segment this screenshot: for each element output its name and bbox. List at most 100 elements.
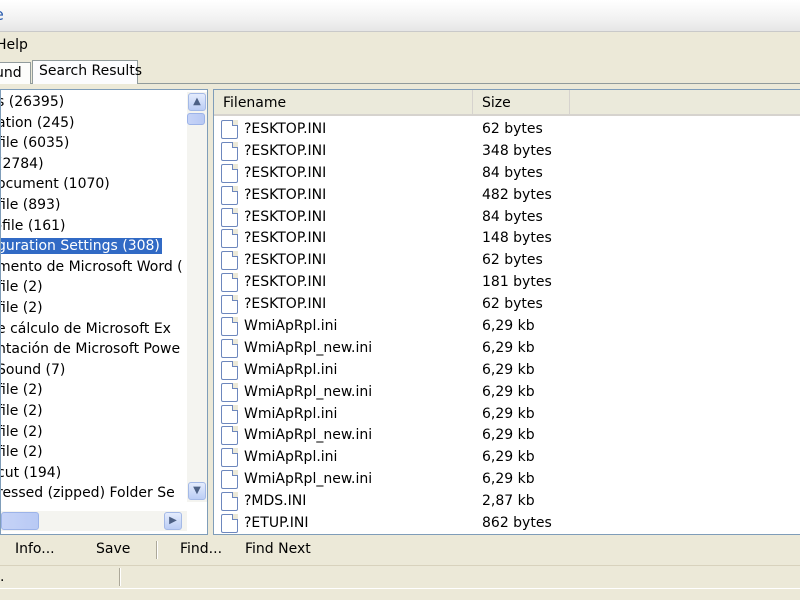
scroll-right-arrow-icon[interactable]: ▶ <box>164 512 182 530</box>
column-header-size[interactable]: Size <box>473 90 570 114</box>
file-row[interactable]: ?ETUP.INI 862 bytes <box>214 512 800 534</box>
file-row[interactable]: ?ESKTOP.INI 62 bytes <box>214 249 800 271</box>
tree-item-label: file (893) <box>1 196 61 213</box>
file-row[interactable]: ?MDS.INI 2,87 kb <box>214 490 800 512</box>
list-header: Filename Size <box>214 90 800 116</box>
find-next-button[interactable]: Find Next <box>245 541 311 557</box>
ini-file-icon <box>221 163 238 183</box>
tree-item-label: file (2) <box>1 382 43 399</box>
title-bar: e <box>0 0 800 32</box>
file-row[interactable]: ?ESKTOP.INI 62 bytes <box>214 118 800 140</box>
tab-found[interactable]: und <box>0 62 31 84</box>
tree-item[interactable]: file (2) <box>1 442 187 463</box>
tab-found-label: und <box>0 65 22 81</box>
file-row[interactable]: WmiApRpl_new.ini 6,29 kb <box>214 337 800 359</box>
file-size: 148 bytes <box>482 230 552 247</box>
menu-bar: Help <box>0 33 800 57</box>
app-window: e Help und Search Results s (26395) ation… <box>0 0 800 600</box>
ini-file-icon <box>221 514 238 534</box>
file-name: WmiApRpl.ini <box>244 361 338 378</box>
save-button[interactable]: Save <box>96 541 130 557</box>
tree-item-label: -file (161) <box>1 217 66 234</box>
file-name: ?ESKTOP.INI <box>244 208 327 225</box>
tree-hscroll-thumb[interactable] <box>1 512 39 530</box>
file-row[interactable]: ?ESKTOP.INI 482 bytes <box>214 184 800 206</box>
search-results-list[interactable]: Filename Size ?ESKTOP.INI 62 bytes ?ESKTOP… <box>213 89 800 535</box>
ini-file-icon <box>221 185 238 205</box>
file-row[interactable]: ?ESKTOP.INI 62 bytes <box>214 293 800 315</box>
tree-item[interactable]: guration Settings (308) <box>1 236 187 257</box>
tree-item[interactable]: cut (194) <box>1 463 187 484</box>
tree-item-label: Sound (7) <box>1 361 66 378</box>
file-type-tree[interactable]: s (26395) ation (245) file (6035) (2784) ocu… <box>0 89 208 535</box>
find-button[interactable]: Find... <box>180 541 222 557</box>
file-row[interactable]: ?ESKTOP.INI 84 bytes <box>214 206 800 228</box>
toolbar-separator <box>156 541 158 559</box>
tree-item-label: mento de Microsoft Word ( <box>1 258 183 275</box>
tree-vertical-scrollbar[interactable]: ▲ ▼ <box>187 92 207 502</box>
ini-file-icon <box>221 207 238 227</box>
info-button[interactable]: Info... <box>15 541 55 557</box>
file-row[interactable]: ?ESKTOP.INI 348 bytes <box>214 140 800 162</box>
tree-item[interactable]: ocument (1070) <box>1 174 187 195</box>
tree-item-label: cut (194) <box>1 464 62 481</box>
ini-file-icon <box>221 470 238 490</box>
tree-item[interactable]: Sound (7) <box>1 360 187 381</box>
menu-help[interactable]: Help <box>0 37 28 53</box>
tree-item[interactable]: file (2) <box>1 401 187 422</box>
tree-item[interactable]: mento de Microsoft Word ( <box>1 257 187 278</box>
file-size: 482 bytes <box>482 186 552 203</box>
scroll-up-arrow-icon[interactable]: ▲ <box>188 93 206 111</box>
file-size: 348 bytes <box>482 142 552 159</box>
column-header-filename[interactable]: Filename <box>214 90 473 114</box>
file-row[interactable]: WmiApRpl.ini 6,29 kb <box>214 446 800 468</box>
file-size: 2,87 kb <box>482 493 535 510</box>
tree-item[interactable]: file (2) <box>1 422 187 443</box>
tree-item[interactable]: (2784) <box>1 154 187 175</box>
file-row[interactable]: ?ESKTOP.INI 84 bytes <box>214 162 800 184</box>
file-name: ?ESKTOP.INI <box>244 121 327 137</box>
ini-file-icon <box>221 360 238 380</box>
file-size: 6,29 kb <box>482 471 535 488</box>
file-name: ?ESKTOP.INI <box>244 252 327 269</box>
ini-file-icon <box>221 492 238 512</box>
file-name: ?ETUP.INI <box>244 515 309 532</box>
tree-item[interactable]: file (2) <box>1 277 187 298</box>
file-name: ?ESKTOP.INI <box>244 230 327 247</box>
tree-item[interactable]: ntación de Microsoft Powe <box>1 339 187 360</box>
tree-item[interactable]: -file (161) <box>1 216 187 237</box>
file-name: WmiApRpl.ini <box>244 449 338 466</box>
tree-item[interactable]: ressed (zipped) Folder Se <box>1 483 187 502</box>
file-row[interactable]: WmiApRpl_new.ini 6,29 kb <box>214 381 800 403</box>
ini-file-icon <box>221 251 238 271</box>
ini-file-icon <box>221 295 238 315</box>
file-name: ?ESKTOP.INI <box>244 142 327 159</box>
file-row[interactable]: WmiApRpl_new.ini 6,29 kb <box>214 468 800 490</box>
tree-item-label: ocument (1070) <box>1 176 110 193</box>
file-row[interactable]: ?ESKTOP.INI 181 bytes <box>214 271 800 293</box>
file-size: 84 bytes <box>482 164 543 181</box>
file-row[interactable]: WmiApRpl.ini 6,29 kb <box>214 315 800 337</box>
window-bottom-edge <box>0 588 800 600</box>
ini-file-icon <box>221 273 238 293</box>
scroll-down-arrow-icon[interactable]: ▼ <box>188 482 206 500</box>
file-name: ?ESKTOP.INI <box>244 164 327 181</box>
tree-item[interactable]: file (2) <box>1 380 187 401</box>
tree-scroll-thumb[interactable] <box>187 113 205 125</box>
tree-item[interactable]: file (2) <box>1 298 187 319</box>
file-row[interactable]: WmiApRpl.ini 6,29 kb <box>214 359 800 381</box>
tree-item-label: file (6035) <box>1 135 70 152</box>
tree-item[interactable]: file (893) <box>1 195 187 216</box>
tree-item[interactable]: e cálculo de Microsoft Ex <box>1 319 187 340</box>
ini-file-icon <box>221 382 238 402</box>
tab-search-results[interactable]: Search Results <box>32 60 142 84</box>
file-row[interactable]: WmiApRpl_new.ini 6,29 kb <box>214 424 800 446</box>
tree-item-label: ation (245) <box>1 114 75 131</box>
tree-horizontal-scrollbar[interactable]: ▶ <box>1 511 187 531</box>
tree-item[interactable]: ation (245) <box>1 113 187 134</box>
file-row[interactable]: WmiApRpl.ini 6,29 kb <box>214 403 800 425</box>
tree-item[interactable]: s (26395) <box>1 92 187 113</box>
tree-item[interactable]: file (6035) <box>1 133 187 154</box>
file-name: WmiApRpl_new.ini <box>244 427 373 444</box>
file-row[interactable]: ?ESKTOP.INI 148 bytes <box>214 227 800 249</box>
